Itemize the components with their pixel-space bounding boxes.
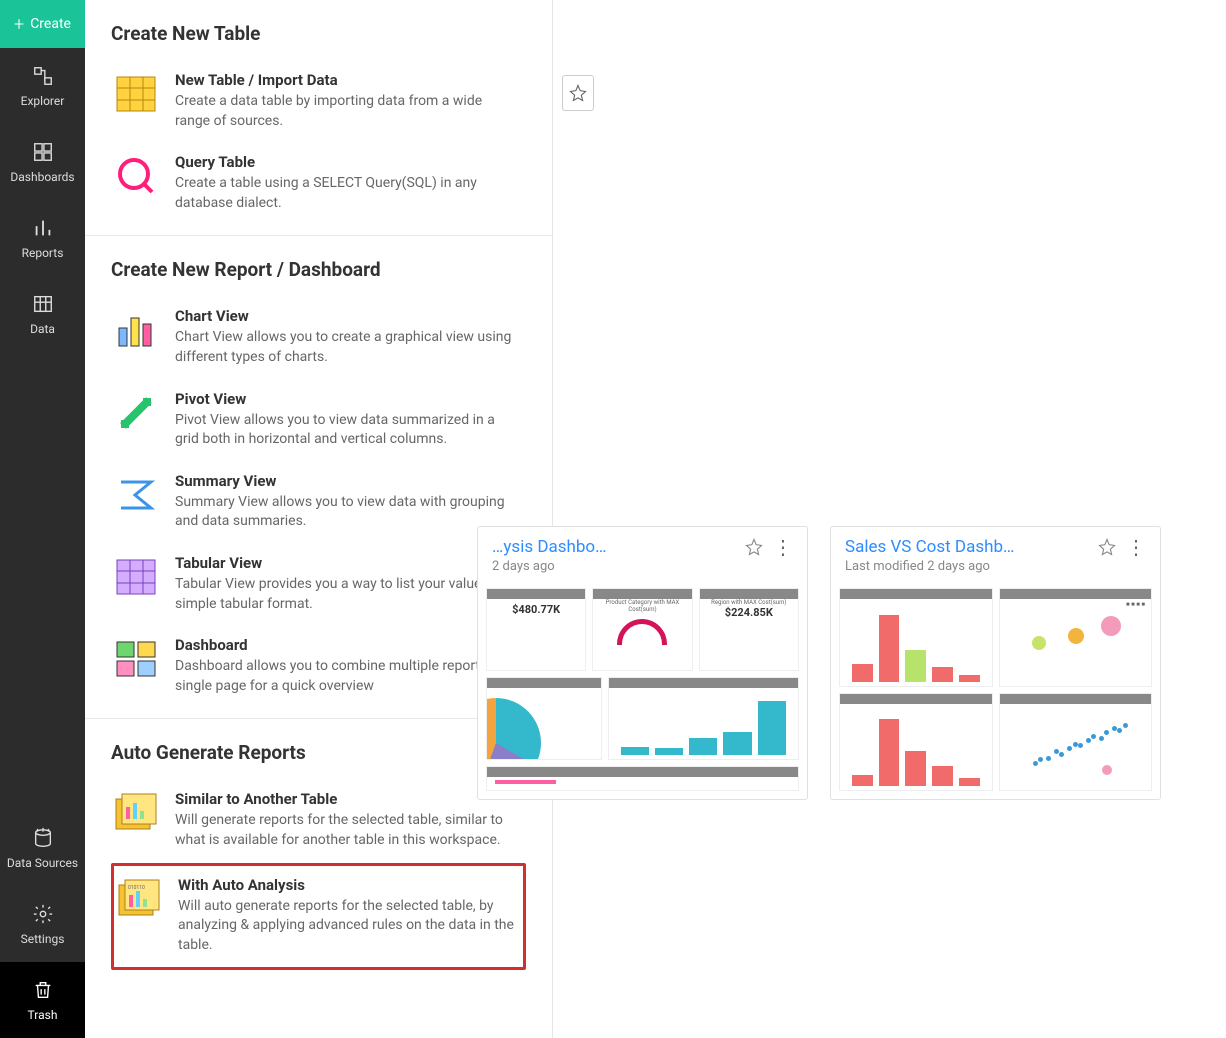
star-icon[interactable] bbox=[1098, 538, 1116, 556]
nav-label: Trash bbox=[28, 1008, 58, 1022]
option-desc: Create a data table by importing data fr… bbox=[175, 92, 518, 131]
option-title: Similar to Another Table bbox=[175, 790, 518, 808]
option-auto-analysis[interactable]: 010110 With Auto Analysis Will auto gene… bbox=[111, 863, 526, 971]
create-button[interactable]: + Create bbox=[0, 0, 85, 48]
section-title: Auto Generate Reports bbox=[111, 741, 526, 764]
option-title: Pivot View bbox=[175, 390, 518, 408]
dashboard-card[interactable]: …ysis Dashbo… 2 days ago ⋮ $480.77K Prod… bbox=[477, 526, 808, 800]
reports-icon bbox=[31, 216, 55, 240]
card-title[interactable]: …ysis Dashbo… bbox=[492, 537, 737, 557]
dashboard-cards: …ysis Dashbo… 2 days ago ⋮ $480.77K Prod… bbox=[477, 526, 1161, 800]
nav-data[interactable]: Data bbox=[0, 276, 85, 352]
section-create-table: Create New Table New Table / Import Data… bbox=[85, 0, 552, 236]
option-title: Query Table bbox=[175, 153, 518, 171]
option-desc: Chart View allows you to create a graphi… bbox=[175, 328, 518, 367]
tabular-icon bbox=[115, 556, 157, 598]
nav-label: Data Sources bbox=[7, 856, 78, 870]
chart-icon bbox=[115, 309, 157, 351]
more-icon[interactable]: ⋮ bbox=[773, 537, 793, 557]
option-desc: Create a table using a SELECT Query(SQL)… bbox=[175, 174, 518, 213]
option-pivot-view[interactable]: Pivot View Pivot View allows you to view… bbox=[111, 380, 526, 462]
gear-icon bbox=[31, 902, 55, 926]
star-icon[interactable] bbox=[745, 538, 763, 556]
stat-value: $224.85K bbox=[704, 606, 794, 619]
stat-label: Region with MAX Cost(sum) bbox=[704, 599, 794, 606]
stat-label: Product Category with MAX Cost(sum) bbox=[597, 599, 687, 613]
option-query-table[interactable]: Query Table Create a table using a SELEC… bbox=[111, 143, 526, 225]
option-title: Dashboard bbox=[175, 636, 518, 654]
pivot-icon bbox=[115, 392, 157, 434]
option-desc: Tabular View provides you a way to list … bbox=[175, 575, 518, 614]
nav-label: Explorer bbox=[21, 94, 65, 108]
stat-value: $480.77K bbox=[491, 599, 581, 616]
nav-label: Settings bbox=[21, 932, 65, 946]
nav-label: Reports bbox=[22, 246, 64, 260]
nav-label: Dashboards bbox=[10, 170, 74, 184]
nav-settings[interactable]: Settings bbox=[0, 886, 85, 962]
nav-trash[interactable]: Trash bbox=[0, 962, 85, 1038]
section-title: Create New Report / Dashboard bbox=[111, 258, 526, 281]
main-area: …ysis Dashbo… 2 days ago ⋮ $480.77K Prod… bbox=[553, 0, 1226, 1038]
plus-icon: + bbox=[14, 14, 24, 35]
table-icon bbox=[115, 73, 157, 115]
option-desc: Dashboard allows you to combine multiple… bbox=[175, 657, 518, 696]
option-title: With Auto Analysis bbox=[178, 876, 515, 894]
nav-data-sources[interactable]: Data Sources bbox=[0, 810, 85, 886]
option-desc: Will generate reports for the selected t… bbox=[175, 811, 518, 850]
dashboard-card[interactable]: Sales VS Cost Dashb… Last modified 2 day… bbox=[830, 526, 1161, 800]
similar-table-icon bbox=[115, 792, 157, 834]
option-title: Chart View bbox=[175, 307, 518, 325]
star-icon bbox=[569, 84, 587, 102]
option-desc: Pivot View allows you to view data summa… bbox=[175, 411, 518, 450]
svg-text:010110: 010110 bbox=[128, 885, 145, 891]
nav-reports[interactable]: Reports bbox=[0, 200, 85, 276]
sidebar: + Create Explorer Dashboards Reports Da bbox=[0, 0, 85, 1038]
option-title: Summary View bbox=[175, 472, 518, 490]
more-icon[interactable]: ⋮ bbox=[1126, 537, 1146, 557]
option-desc: Summary View allows you to view data wit… bbox=[175, 493, 518, 532]
auto-analysis-icon: 010110 bbox=[118, 878, 160, 920]
card-title[interactable]: Sales VS Cost Dashb… bbox=[845, 537, 1090, 557]
option-similar-table[interactable]: Similar to Another Table Will generate r… bbox=[111, 780, 526, 862]
section-title: Create New Table bbox=[111, 22, 526, 45]
option-tabular-view[interactable]: Tabular View Tabular View provides you a… bbox=[111, 544, 526, 626]
star-button[interactable] bbox=[562, 75, 594, 111]
card-meta: 2 days ago bbox=[492, 559, 737, 574]
data-icon bbox=[31, 292, 55, 316]
option-title: Tabular View bbox=[175, 554, 518, 572]
data-sources-icon bbox=[31, 826, 55, 850]
trash-icon bbox=[31, 978, 55, 1002]
nav-items: Explorer Dashboards Reports Data Data S bbox=[0, 48, 85, 1038]
query-icon bbox=[115, 155, 157, 197]
option-chart-view[interactable]: Chart View Chart View allows you to crea… bbox=[111, 297, 526, 379]
nav-dashboards[interactable]: Dashboards bbox=[0, 124, 85, 200]
summary-icon bbox=[115, 474, 157, 516]
option-summary-view[interactable]: Summary View Summary View allows you to … bbox=[111, 462, 526, 544]
nav-label: Data bbox=[30, 322, 55, 336]
dashboards-icon bbox=[31, 140, 55, 164]
explorer-icon bbox=[31, 64, 55, 88]
card-meta: Last modified 2 days ago bbox=[845, 559, 1090, 574]
option-desc: Will auto generate reports for the selec… bbox=[178, 897, 515, 956]
dashboard-icon bbox=[115, 638, 157, 680]
option-new-table[interactable]: New Table / Import Data Create a data ta… bbox=[111, 61, 526, 143]
create-panel: Create New Table New Table / Import Data… bbox=[85, 0, 553, 1038]
nav-explorer[interactable]: Explorer bbox=[0, 48, 85, 124]
option-title: New Table / Import Data bbox=[175, 71, 518, 89]
option-dashboard[interactable]: Dashboard Dashboard allows you to combin… bbox=[111, 626, 526, 708]
create-button-label: Create bbox=[30, 16, 71, 32]
